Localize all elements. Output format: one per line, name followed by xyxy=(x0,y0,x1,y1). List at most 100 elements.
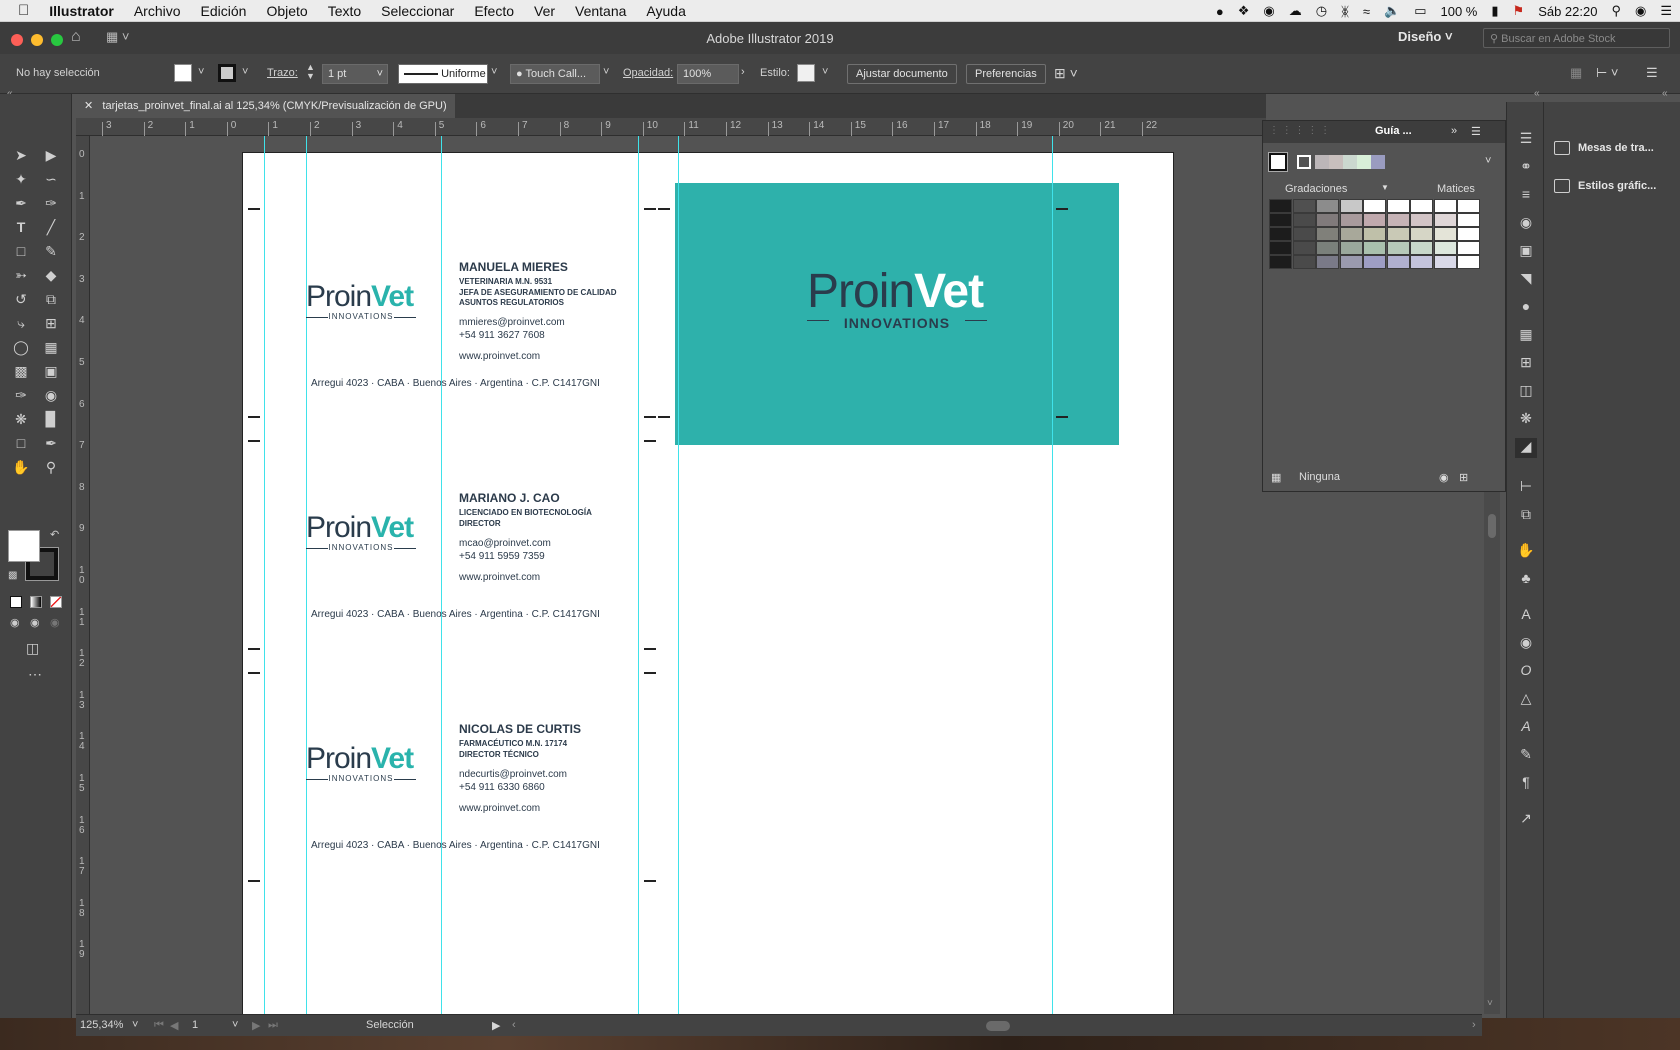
last-artboard-icon[interactable]: ⏭ xyxy=(268,1019,278,1032)
free-transform-tool-icon[interactable]: ⊞ xyxy=(40,312,62,334)
swatch[interactable] xyxy=(1363,241,1386,255)
draw-inside-icon[interactable]: ◉ xyxy=(50,616,60,629)
layers-icon[interactable]: ☰ xyxy=(1515,130,1537,150)
opacity-input[interactable]: 100% xyxy=(677,64,739,84)
color-mode-button[interactable] xyxy=(10,596,22,608)
menu-illustrator[interactable]: Illustrator xyxy=(39,3,124,19)
swatch[interactable] xyxy=(1433,227,1457,241)
horizontal-ruler[interactable]: 3 2 1 0 1 2 3 4 5 6 7 8 9 10 11 12 13 14 15 16 17 18 19 20 21 22 xyxy=(76,118,1266,136)
pen-tool-icon[interactable]: ✒ xyxy=(10,192,32,214)
edit-toolbar-icon[interactable]: ⋯ xyxy=(28,666,42,683)
swatch[interactable] xyxy=(1457,255,1480,269)
selection-tool-icon[interactable]: ➤ xyxy=(10,144,32,166)
gradient-mode-button[interactable] xyxy=(30,596,42,608)
eraser-tool-icon[interactable]: ◆ xyxy=(40,264,62,286)
recent-swatch[interactable] xyxy=(1329,155,1343,169)
align-panel-icon[interactable]: ⊢ xyxy=(1515,478,1537,498)
matices-label[interactable]: Matices xyxy=(1437,183,1475,195)
swatch[interactable] xyxy=(1339,213,1363,227)
swatch[interactable] xyxy=(1386,227,1410,241)
document-tab[interactable]: ✕ tarjetas_proinvet_final.ai al 125,34% … xyxy=(76,94,455,118)
brushes-panel-icon[interactable]: ❋ xyxy=(1515,410,1537,430)
swatch[interactable] xyxy=(1316,241,1339,255)
swatch[interactable] xyxy=(1457,227,1480,241)
transform-icon[interactable]: ⊞ ˅ xyxy=(1054,65,1078,82)
stroke-profile-select[interactable]: Uniforme xyxy=(398,64,488,84)
status-menu-icon[interactable]: ▶ xyxy=(492,1019,500,1032)
symbol-sprayer-tool-icon[interactable]: ❋ xyxy=(10,408,32,430)
opacity-label[interactable]: Opacidad: xyxy=(623,67,673,79)
apple-icon[interactable]:  xyxy=(0,2,39,19)
swatch[interactable] xyxy=(1457,241,1480,255)
panel-menu-icon[interactable]: ☰ xyxy=(1471,125,1481,138)
style-dropdown-icon[interactable]: ˅ xyxy=(822,66,828,78)
recent-swatch[interactable] xyxy=(1357,155,1371,169)
swatch[interactable] xyxy=(1269,255,1292,269)
swap-colors-icon[interactable]: ↶ xyxy=(50,528,59,541)
swatch[interactable] xyxy=(1433,199,1457,213)
opacity-slider-icon[interactable]: › xyxy=(741,66,745,78)
artboard-number[interactable]: 1 xyxy=(192,1019,198,1031)
siri-icon[interactable]: ◉ xyxy=(1635,3,1646,19)
control-menu-icon[interactable]: ☰ xyxy=(1646,65,1658,81)
cloud-upload-icon[interactable]: ☁ xyxy=(1289,3,1302,19)
swatch[interactable] xyxy=(1292,227,1316,241)
stroke-panel-icon[interactable]: ≡ xyxy=(1515,186,1537,206)
artboard-tool-icon[interactable]: □ xyxy=(10,432,32,454)
swatch[interactable] xyxy=(1269,227,1292,241)
export-panel-icon[interactable]: ↗ xyxy=(1515,810,1537,830)
time-machine-icon[interactable]: ◷ xyxy=(1316,3,1327,19)
slice-tool-icon[interactable]: ✒ xyxy=(40,432,62,454)
default-colors-icon[interactable]: ▩ xyxy=(8,570,17,581)
menu-edicion[interactable]: Edición xyxy=(191,3,257,19)
character-styles-icon[interactable]: ◉ xyxy=(1515,634,1537,654)
profile-dropdown-icon[interactable]: ˅ xyxy=(491,66,497,78)
symbol-club-icon[interactable]: ♣ xyxy=(1515,570,1537,590)
paragraph-styles-icon[interactable]: A xyxy=(1515,718,1537,738)
airplay-icon[interactable]: ▭ xyxy=(1414,3,1426,19)
width-tool-icon[interactable]: ⤷ xyxy=(10,312,32,334)
opentype-panel-icon[interactable]: O xyxy=(1515,662,1537,682)
gradient-panel-icon[interactable]: ▣ xyxy=(1515,242,1537,262)
type-tool-icon[interactable]: T xyxy=(10,216,32,238)
horizontal-scroll-thumb[interactable] xyxy=(986,1021,1010,1031)
curvature-tool-icon[interactable]: ✑ xyxy=(40,192,62,214)
column-graph-tool-icon[interactable]: ▉ xyxy=(40,408,62,430)
pathfinder-panel-icon[interactable]: ⧉ xyxy=(1515,506,1537,526)
swatch[interactable] xyxy=(1269,199,1292,213)
swatch[interactable] xyxy=(1269,241,1292,255)
mesh-tool-icon[interactable]: ▩ xyxy=(10,360,32,382)
swatch[interactable] xyxy=(1386,199,1410,213)
scroll-thumb[interactable] xyxy=(1488,514,1496,538)
swatch[interactable] xyxy=(1386,255,1410,269)
swatch[interactable] xyxy=(1339,227,1363,241)
close-tab-icon[interactable]: ✕ xyxy=(84,100,93,112)
blend-tool-icon[interactable]: ◉ xyxy=(40,384,62,406)
swatch[interactable] xyxy=(1316,227,1339,241)
preferences-button[interactable]: Preferencias xyxy=(966,64,1046,84)
brush-select[interactable]: ● Touch Call... xyxy=(510,64,600,84)
zoom-dropdown-icon[interactable]: ˅ xyxy=(132,1019,138,1031)
next-artboard-icon[interactable]: ▶ xyxy=(252,1019,260,1032)
none-mode-button[interactable] xyxy=(50,596,62,608)
symbols-panel-icon[interactable]: ▦ xyxy=(1515,326,1537,346)
panel-collapse-icon[interactable]: « xyxy=(1534,88,1540,99)
menu-objeto[interactable]: Objeto xyxy=(256,3,317,19)
swatch[interactable] xyxy=(1316,255,1339,269)
wifi-icon[interactable]: ≈ xyxy=(1363,4,1370,19)
draw-normal-icon[interactable]: ◉ xyxy=(10,616,20,629)
fill-swatch[interactable] xyxy=(174,64,192,82)
swatch[interactable] xyxy=(1339,241,1363,255)
stroke-swatch[interactable] xyxy=(218,64,236,82)
graphic-styles-panel-tab[interactable]: Estilos gráfic... xyxy=(1554,172,1656,200)
gradients-label[interactable]: Gradaciones xyxy=(1285,183,1347,195)
swatch[interactable] xyxy=(1316,199,1339,213)
swatch[interactable] xyxy=(1410,255,1433,269)
swatch[interactable] xyxy=(1363,213,1386,227)
brush-dropdown-icon[interactable]: ˅ xyxy=(603,66,609,78)
clock[interactable]: Sáb 22:20 xyxy=(1538,4,1597,19)
eyedropper-tool-icon[interactable]: ✑ xyxy=(10,384,32,406)
swatch[interactable] xyxy=(1292,255,1316,269)
magic-wand-tool-icon[interactable]: ✦ xyxy=(10,168,32,190)
scroll-down-icon[interactable]: ˅ xyxy=(1487,998,1493,1009)
